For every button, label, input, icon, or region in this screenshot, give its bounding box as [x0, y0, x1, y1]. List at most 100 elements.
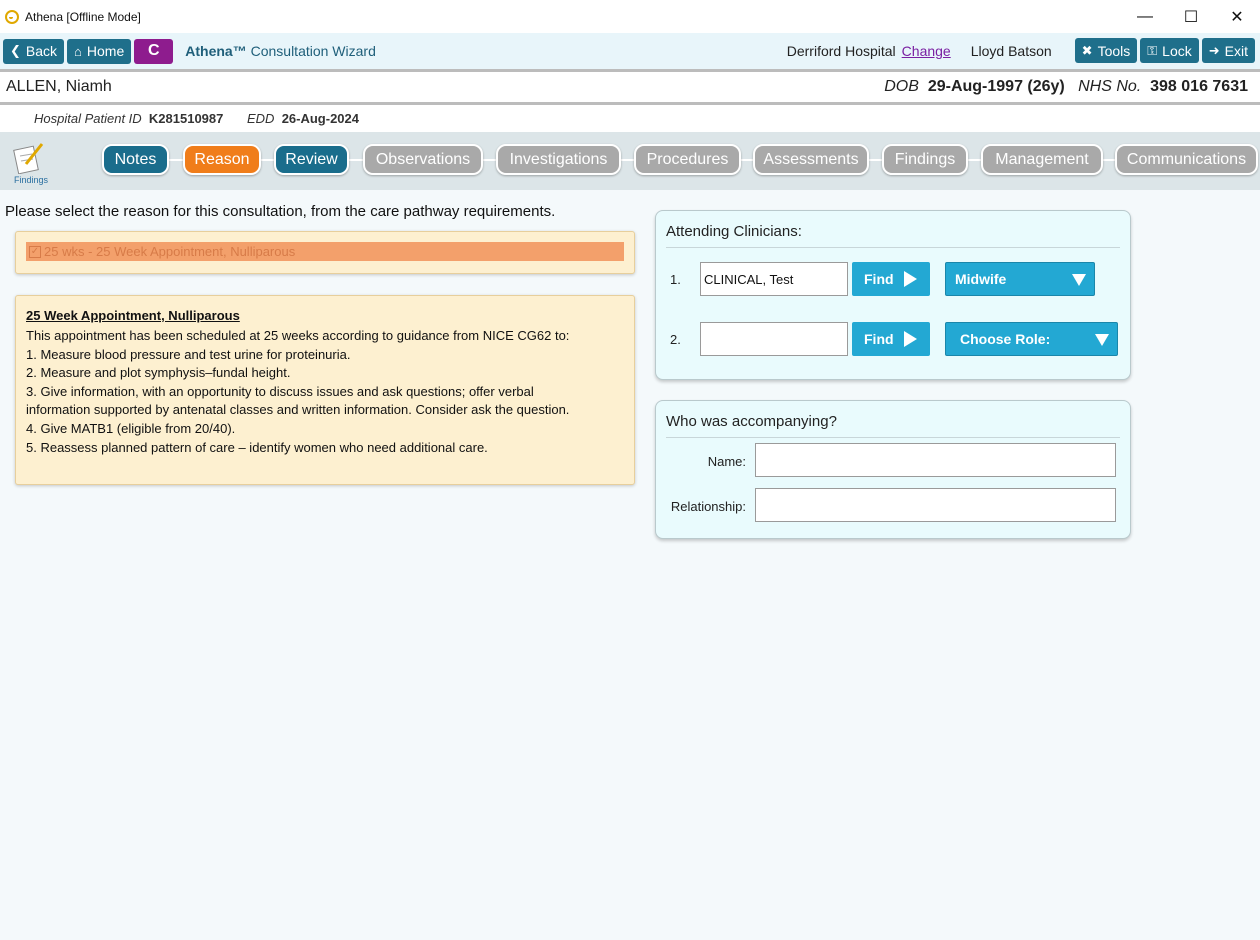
home-label: Home — [86, 43, 125, 59]
hospital-id-value: K281510987 — [148, 111, 224, 126]
tab-label: Notes — [114, 150, 157, 168]
relationship-label: Relationship: — [670, 499, 746, 514]
tab-management[interactable]: Management — [981, 144, 1103, 175]
clinician-name-value: CLINICAL, Test — [704, 271, 794, 287]
description-line: This appointment has been scheduled at 2… — [26, 328, 570, 343]
description-line: 5. Reassess planned pattern of care – id… — [26, 439, 488, 455]
current-user: Lloyd Batson — [970, 42, 1052, 59]
lock-icon: ⚿ — [1147, 42, 1158, 58]
tab-investigations[interactable]: Investigations — [496, 144, 621, 175]
clinician-role-select[interactable]: Choose Role: — [945, 322, 1118, 356]
find-clinician-button[interactable]: Find — [852, 262, 930, 296]
maximize-icon[interactable]: ☐ — [1168, 0, 1214, 33]
find-label: Find — [864, 331, 894, 347]
divider — [666, 437, 1120, 438]
role-value: Choose Role: — [960, 331, 1051, 347]
relationship-input[interactable] — [755, 488, 1116, 522]
minimize-icon[interactable]: — — [1122, 0, 1168, 33]
play-arrow-icon — [903, 271, 917, 287]
tab-reason[interactable]: Reason — [183, 144, 261, 175]
tab-communications[interactable]: Communications — [1115, 144, 1258, 175]
patient-banner: ALLEN, Niamh DOB 29-Aug-1997 (26y) NHS N… — [0, 72, 1260, 102]
nhs-label: NHS No. — [1078, 78, 1142, 95]
exit-button[interactable]: ➜ Exit — [1201, 38, 1255, 63]
nhs-value: 398 016 7631 — [1150, 78, 1248, 95]
role-value: Midwife — [955, 271, 1007, 287]
clinician-row-number: 1. — [670, 272, 681, 287]
tab-label: Procedures — [646, 150, 729, 168]
chevron-left-icon: ❮ — [10, 43, 21, 58]
clinician-name-input[interactable]: CLINICAL, Test — [700, 262, 848, 296]
c-button[interactable]: C — [134, 38, 174, 64]
tab-label: Findings — [894, 150, 956, 168]
name-label: Name: — [707, 454, 746, 469]
divider — [666, 247, 1120, 248]
tab-findings[interactable]: Findings — [882, 144, 968, 175]
clinician-role-select[interactable]: Midwife — [945, 262, 1095, 296]
reason-list: ✓ 25 wks - 25 Week Appointment, Nullipar… — [15, 231, 635, 274]
tab-label: Communications — [1126, 150, 1247, 168]
reason-item-label: 25 wks - 25 Week Appointment, Nulliparou… — [44, 244, 296, 259]
reason-description: 25 Week Appointment, Nulliparous This ap… — [15, 295, 635, 485]
app-brand: Athena™ — [185, 43, 247, 59]
edd: EDD 26-Aug-2024 — [247, 111, 359, 126]
tab-label: Review — [285, 150, 338, 168]
back-label: Back — [25, 43, 58, 59]
hospital-name: Derriford Hospital — [786, 42, 896, 59]
back-button[interactable]: ❮ Back — [3, 38, 65, 64]
tab-label: Investigations — [509, 150, 608, 168]
hospital-id: Hospital Patient ID K281510987 — [34, 111, 223, 126]
patient-identifiers: DOB 29-Aug-1997 (26y) NHS No. 398 016 76… — [884, 78, 1248, 96]
find-clinician-button[interactable]: Find — [852, 322, 930, 356]
description-line: information supported by antenatal class… — [26, 402, 570, 418]
tab-label: Observations — [375, 150, 471, 168]
tab-label: Reason — [194, 150, 250, 168]
c-label: C — [147, 42, 160, 59]
dob-label: DOB — [884, 78, 919, 95]
reason-item-selected[interactable]: ✓ 25 wks - 25 Week Appointment, Nullipar… — [26, 242, 624, 261]
lock-button[interactable]: ⚿ Lock — [1140, 38, 1199, 63]
clinician-row-number: 2. — [670, 332, 681, 347]
description-line: 3. Give information, with an opportunity… — [26, 383, 534, 399]
wizard-steps: Findings Notes Reason Review Observation… — [0, 132, 1260, 190]
checkbox-checked-icon[interactable]: ✓ — [29, 245, 41, 258]
findings-shortcut[interactable]: Findings — [12, 142, 52, 188]
description-line: 4. Give MATB1 (eligible from 20/40). — [26, 420, 236, 436]
dropdown-arrow-icon — [1072, 274, 1086, 286]
find-label: Find — [864, 271, 894, 287]
step-connector — [348, 159, 364, 161]
tab-label: Management — [995, 150, 1089, 168]
notepad-icon — [13, 143, 44, 175]
clinician-name-input[interactable] — [700, 322, 848, 356]
description-line: 1. Measure blood pressure and test urine… — [26, 346, 351, 362]
close-icon[interactable]: ✕ — [1214, 0, 1260, 33]
lock-label: Lock — [1162, 42, 1192, 59]
description-line: 2. Measure and plot symphysis–fundal hei… — [26, 365, 291, 381]
window-title: Athena [Offline Mode] — [25, 9, 141, 24]
main-toolbar: ❮ Back ⌂ Home C Athena™ Consultation Wiz… — [0, 33, 1260, 69]
tools-label: Tools — [1097, 42, 1131, 59]
tab-review[interactable]: Review — [274, 144, 349, 175]
tools-icon: ✖ — [1081, 42, 1093, 58]
window-titlebar: Athena [Offline Mode] — ☐ ✕ — [0, 0, 1260, 33]
change-hospital-link[interactable]: Change — [902, 43, 951, 59]
app-title: Athena™ Consultation Wizard — [185, 43, 376, 59]
dob-value: 29-Aug-1997 (26y) — [927, 78, 1065, 95]
home-icon: ⌂ — [74, 43, 82, 59]
hospital-id-label: Hospital Patient ID — [34, 111, 142, 126]
tab-assessments[interactable]: Assessments — [753, 144, 869, 175]
dropdown-arrow-icon — [1095, 334, 1109, 346]
edd-label: EDD — [247, 111, 275, 126]
athena-logo-icon — [5, 9, 19, 24]
tab-observations[interactable]: Observations — [363, 144, 483, 175]
findings-shortcut-label: Findings — [14, 175, 49, 185]
accompanying-name-input[interactable] — [755, 443, 1116, 477]
exit-label: Exit — [1224, 42, 1248, 59]
tab-label: Assessments — [763, 150, 859, 168]
attending-clinicians-panel: Attending Clinicians: 1. CLINICAL, Test … — [655, 210, 1131, 380]
tab-procedures[interactable]: Procedures — [634, 144, 741, 175]
edd-value: 26-Aug-2024 — [281, 111, 359, 126]
tab-notes[interactable]: Notes — [102, 144, 169, 175]
tools-button[interactable]: ✖ Tools — [1074, 38, 1138, 63]
home-button[interactable]: ⌂ Home — [67, 38, 132, 64]
